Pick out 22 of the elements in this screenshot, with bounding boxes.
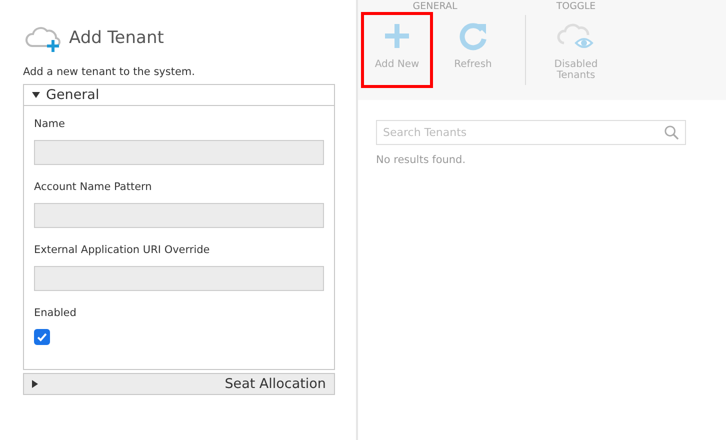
toolbar-button[interactable]: Disabled Tenants bbox=[540, 12, 612, 88]
search-icon[interactable] bbox=[664, 125, 679, 140]
field-label: Enabled bbox=[34, 307, 78, 319]
form-title: Add Tenant bbox=[69, 28, 164, 48]
checkbox[interactable] bbox=[34, 329, 50, 345]
field-label: Account Name Pattern bbox=[34, 181, 153, 193]
search-field[interactable]: Search Tenants bbox=[376, 120, 686, 145]
input-field[interactable] bbox=[34, 140, 324, 165]
input-field[interactable] bbox=[34, 266, 324, 291]
plus-icon bbox=[382, 21, 412, 51]
field-label: External Application URI Override bbox=[34, 244, 211, 256]
cloud-add-icon bbox=[23, 24, 63, 52]
toolbar-button[interactable]: Add New bbox=[361, 12, 433, 88]
toolbar-button[interactable]: Refresh bbox=[437, 12, 509, 88]
results-message: No results found. bbox=[376, 154, 467, 166]
group-title: TOGGLE bbox=[556, 1, 596, 12]
input-field[interactable] bbox=[34, 203, 324, 228]
refresh-icon bbox=[458, 21, 488, 51]
form-description: Add a new tenant to the system. bbox=[23, 66, 196, 78]
field-label: Name bbox=[34, 118, 66, 130]
cloud-eye-icon bbox=[556, 21, 596, 51]
group-title: GENERAL bbox=[412, 1, 458, 12]
